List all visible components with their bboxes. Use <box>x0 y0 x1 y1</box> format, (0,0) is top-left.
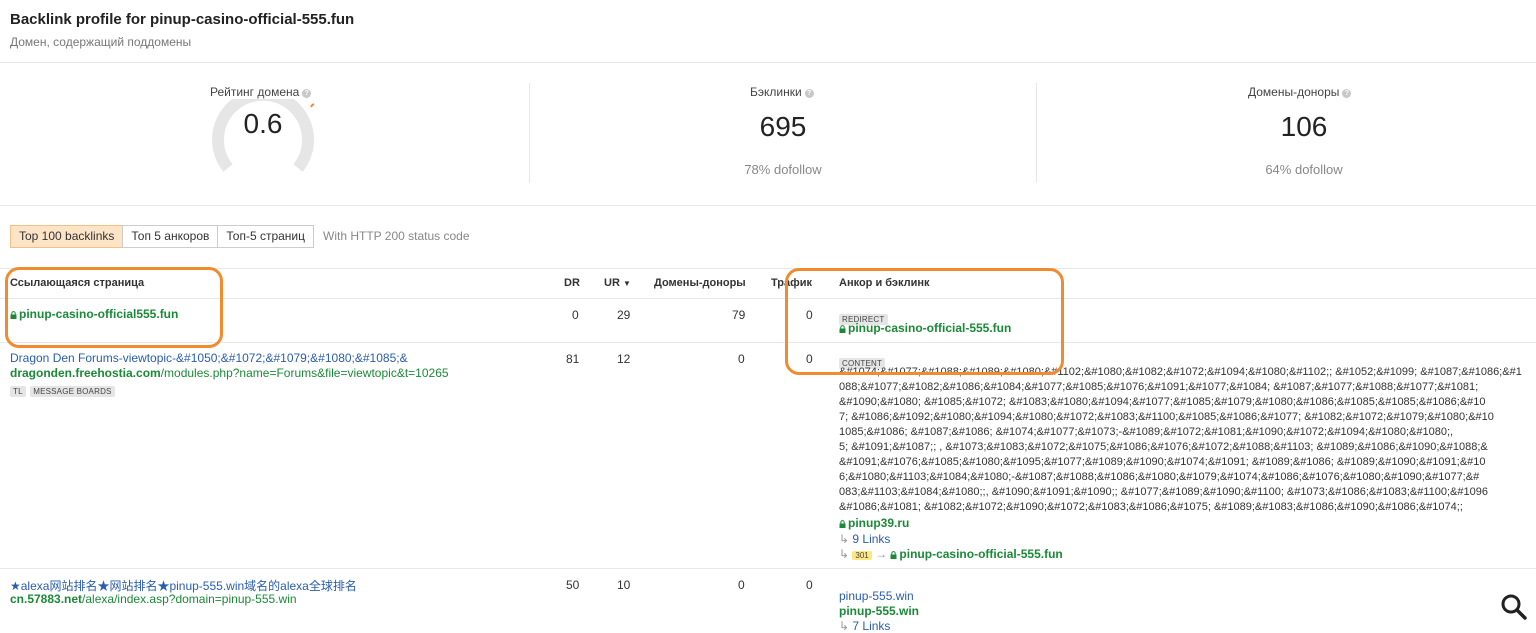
anchor-text[interactable]: pinup-555.win <box>839 589 914 603</box>
redirect-target-text: pinup-casino-official-555.fun <box>899 547 1063 561</box>
ur-value: 12 <box>617 352 631 366</box>
referring-page-domain: dragonden.freehostia.com <box>10 366 161 380</box>
referring-page-title[interactable]: Dragon Den Forums-viewtopic-&#1050;&#107… <box>10 351 408 365</box>
divider <box>0 62 1536 63</box>
anchor-line: 088;&#1077;&#1082;&#1086;&#1084;&#1077;&… <box>839 381 1479 393</box>
divider <box>1036 83 1037 183</box>
col-header-ur-text: UR <box>604 277 620 289</box>
ref-domains-value: 0 <box>738 352 745 366</box>
anchor-line: &#1086;&#1081; &#1082;&#1072;&#1090;&#10… <box>839 501 1463 513</box>
referring-page-path: /modules.php?name=Forums&file=viewtopic&… <box>160 366 449 380</box>
page-tags: TL MESSAGE BOARDS <box>10 381 115 399</box>
referring-page-url[interactable]: cn.57883.net/alexa/index.asp?domain=pinu… <box>10 592 297 606</box>
links-count-row: ↳ 9 Links <box>839 532 890 546</box>
anchor-line: &#1091;&#1076;&#1085;&#1080;&#1095;&#107… <box>839 456 1486 468</box>
dr-value: 50 <box>566 578 580 592</box>
backlinks-label: Бэклинки? <box>750 85 814 99</box>
divider <box>0 568 1536 569</box>
divider <box>0 268 1536 269</box>
tab-top-5-pages[interactable]: Топ-5 страниц <box>217 225 315 248</box>
backlinks-label-text: Бэклинки <box>750 85 802 99</box>
redirect-target-link[interactable]: pinup-casino-official-555.fun <box>890 547 1063 561</box>
referring-page-path: /alexa/index.asp?domain=pinup-555.win <box>82 592 297 606</box>
anchor-line: 5; &#1091;&#1087;; , &#1073;&#1083;&#107… <box>839 441 1488 453</box>
divider <box>529 83 530 183</box>
arrow-right-icon: → <box>871 547 891 561</box>
anchor-domain-text: pinup39.ru <box>848 516 910 530</box>
tab-top-100-backlinks[interactable]: Top 100 backlinks <box>10 225 124 248</box>
help-icon[interactable]: ? <box>804 89 814 98</box>
anchor-line: &#1090;&#1080; &#1085;&#1072; &#1083;&#1… <box>839 396 1486 408</box>
redirect-301-badge: 301 <box>852 551 872 560</box>
ref-domains-label-text: Домены-доноры <box>1248 85 1340 99</box>
links-count-link[interactable]: 7 Links <box>852 619 890 633</box>
page-title: Backlink profile for pinup-casino-offici… <box>10 11 355 28</box>
backlinks-dofollow: 78% dofollow <box>744 162 822 177</box>
ref-domains-dofollow: 64% dofollow <box>1265 162 1343 177</box>
domain-rating-value: 0.6 <box>243 108 283 139</box>
highlight-box <box>5 267 223 348</box>
anchor-domain-link[interactable]: pinup39.ru <box>839 516 909 530</box>
branch-arrow-icon: ↳ <box>839 619 853 633</box>
ref-domains-value: 79 <box>732 308 746 322</box>
traffic-value: 0 <box>806 578 813 592</box>
branch-arrow-icon: ↳ <box>839 532 853 546</box>
ur-value: 29 <box>617 308 631 322</box>
anchor-domain-link[interactable]: pinup-555.win <box>839 604 919 618</box>
col-header-ref-domains[interactable]: Домены-доноры <box>654 277 746 289</box>
divider <box>0 342 1536 343</box>
sort-down-icon: ▼ <box>622 279 631 288</box>
ref-domains-value[interactable]: 106 <box>1254 111 1354 143</box>
links-count-link[interactable]: 9 Links <box>852 532 890 546</box>
domain-rating-label: Рейтинг домена? <box>210 85 312 99</box>
http-status-note: With HTTP 200 status code <box>323 229 470 243</box>
ref-domains-label: Домены-доноры? <box>1248 85 1352 99</box>
gauge-fill <box>310 103 315 108</box>
tag-tl: TL <box>10 386 26 397</box>
highlight-box <box>785 268 1064 375</box>
divider <box>0 298 1536 299</box>
lock-icon <box>890 551 897 559</box>
tag-message-boards: MESSAGE BOARDS <box>30 386 115 397</box>
search-icon[interactable] <box>1500 593 1528 621</box>
dr-value: 0 <box>572 308 579 322</box>
tab-bar: Top 100 backlinks Топ 5 анкоров Топ-5 ст… <box>10 225 470 248</box>
anchor-text-block: &#1074;&#1077;&#1088;&#1089;&#1080;&#110… <box>839 365 1536 515</box>
redirect-chain: ↳ 301 → pinup-casino-official-555.fun <box>839 547 1063 561</box>
col-header-ur[interactable]: UR ▼ <box>604 277 631 289</box>
branch-arrow-icon: ↳ <box>839 547 853 561</box>
tab-top-5-anchors[interactable]: Топ 5 анкоров <box>122 225 219 248</box>
page-subtitle: Домен, содержащий поддомены <box>10 35 192 49</box>
links-count-row: ↳ 7 Links <box>839 619 890 633</box>
divider <box>0 205 1536 206</box>
anchor-line: 1085;&#1086; &#1087;&#1086; &#1074;&#107… <box>839 426 1454 438</box>
backlinks-value[interactable]: 695 <box>733 111 833 143</box>
domain-rating-label-text: Рейтинг домена <box>210 85 300 99</box>
lock-icon <box>839 520 846 528</box>
dr-value: 81 <box>566 352 580 366</box>
help-icon[interactable]: ? <box>1342 89 1352 98</box>
referring-page-domain: cn.57883.net <box>10 592 83 606</box>
anchor-line: 7; &#1086;&#1092;&#1080;&#1094;&#1080;&#… <box>839 411 1494 423</box>
anchor-line: 083;&#1103;&#1084;&#1080;;, &#1090;&#109… <box>839 486 1488 498</box>
ur-value: 10 <box>617 578 631 592</box>
col-header-dr[interactable]: DR <box>564 277 580 289</box>
anchor-line: 6;&#1080;&#1103;&#1084;&#1080;-&#1087;&#… <box>839 471 1480 483</box>
help-icon[interactable]: ? <box>302 89 312 98</box>
ref-domains-value: 0 <box>738 578 745 592</box>
referring-page-url[interactable]: dragonden.freehostia.com/modules.php?nam… <box>10 366 449 380</box>
